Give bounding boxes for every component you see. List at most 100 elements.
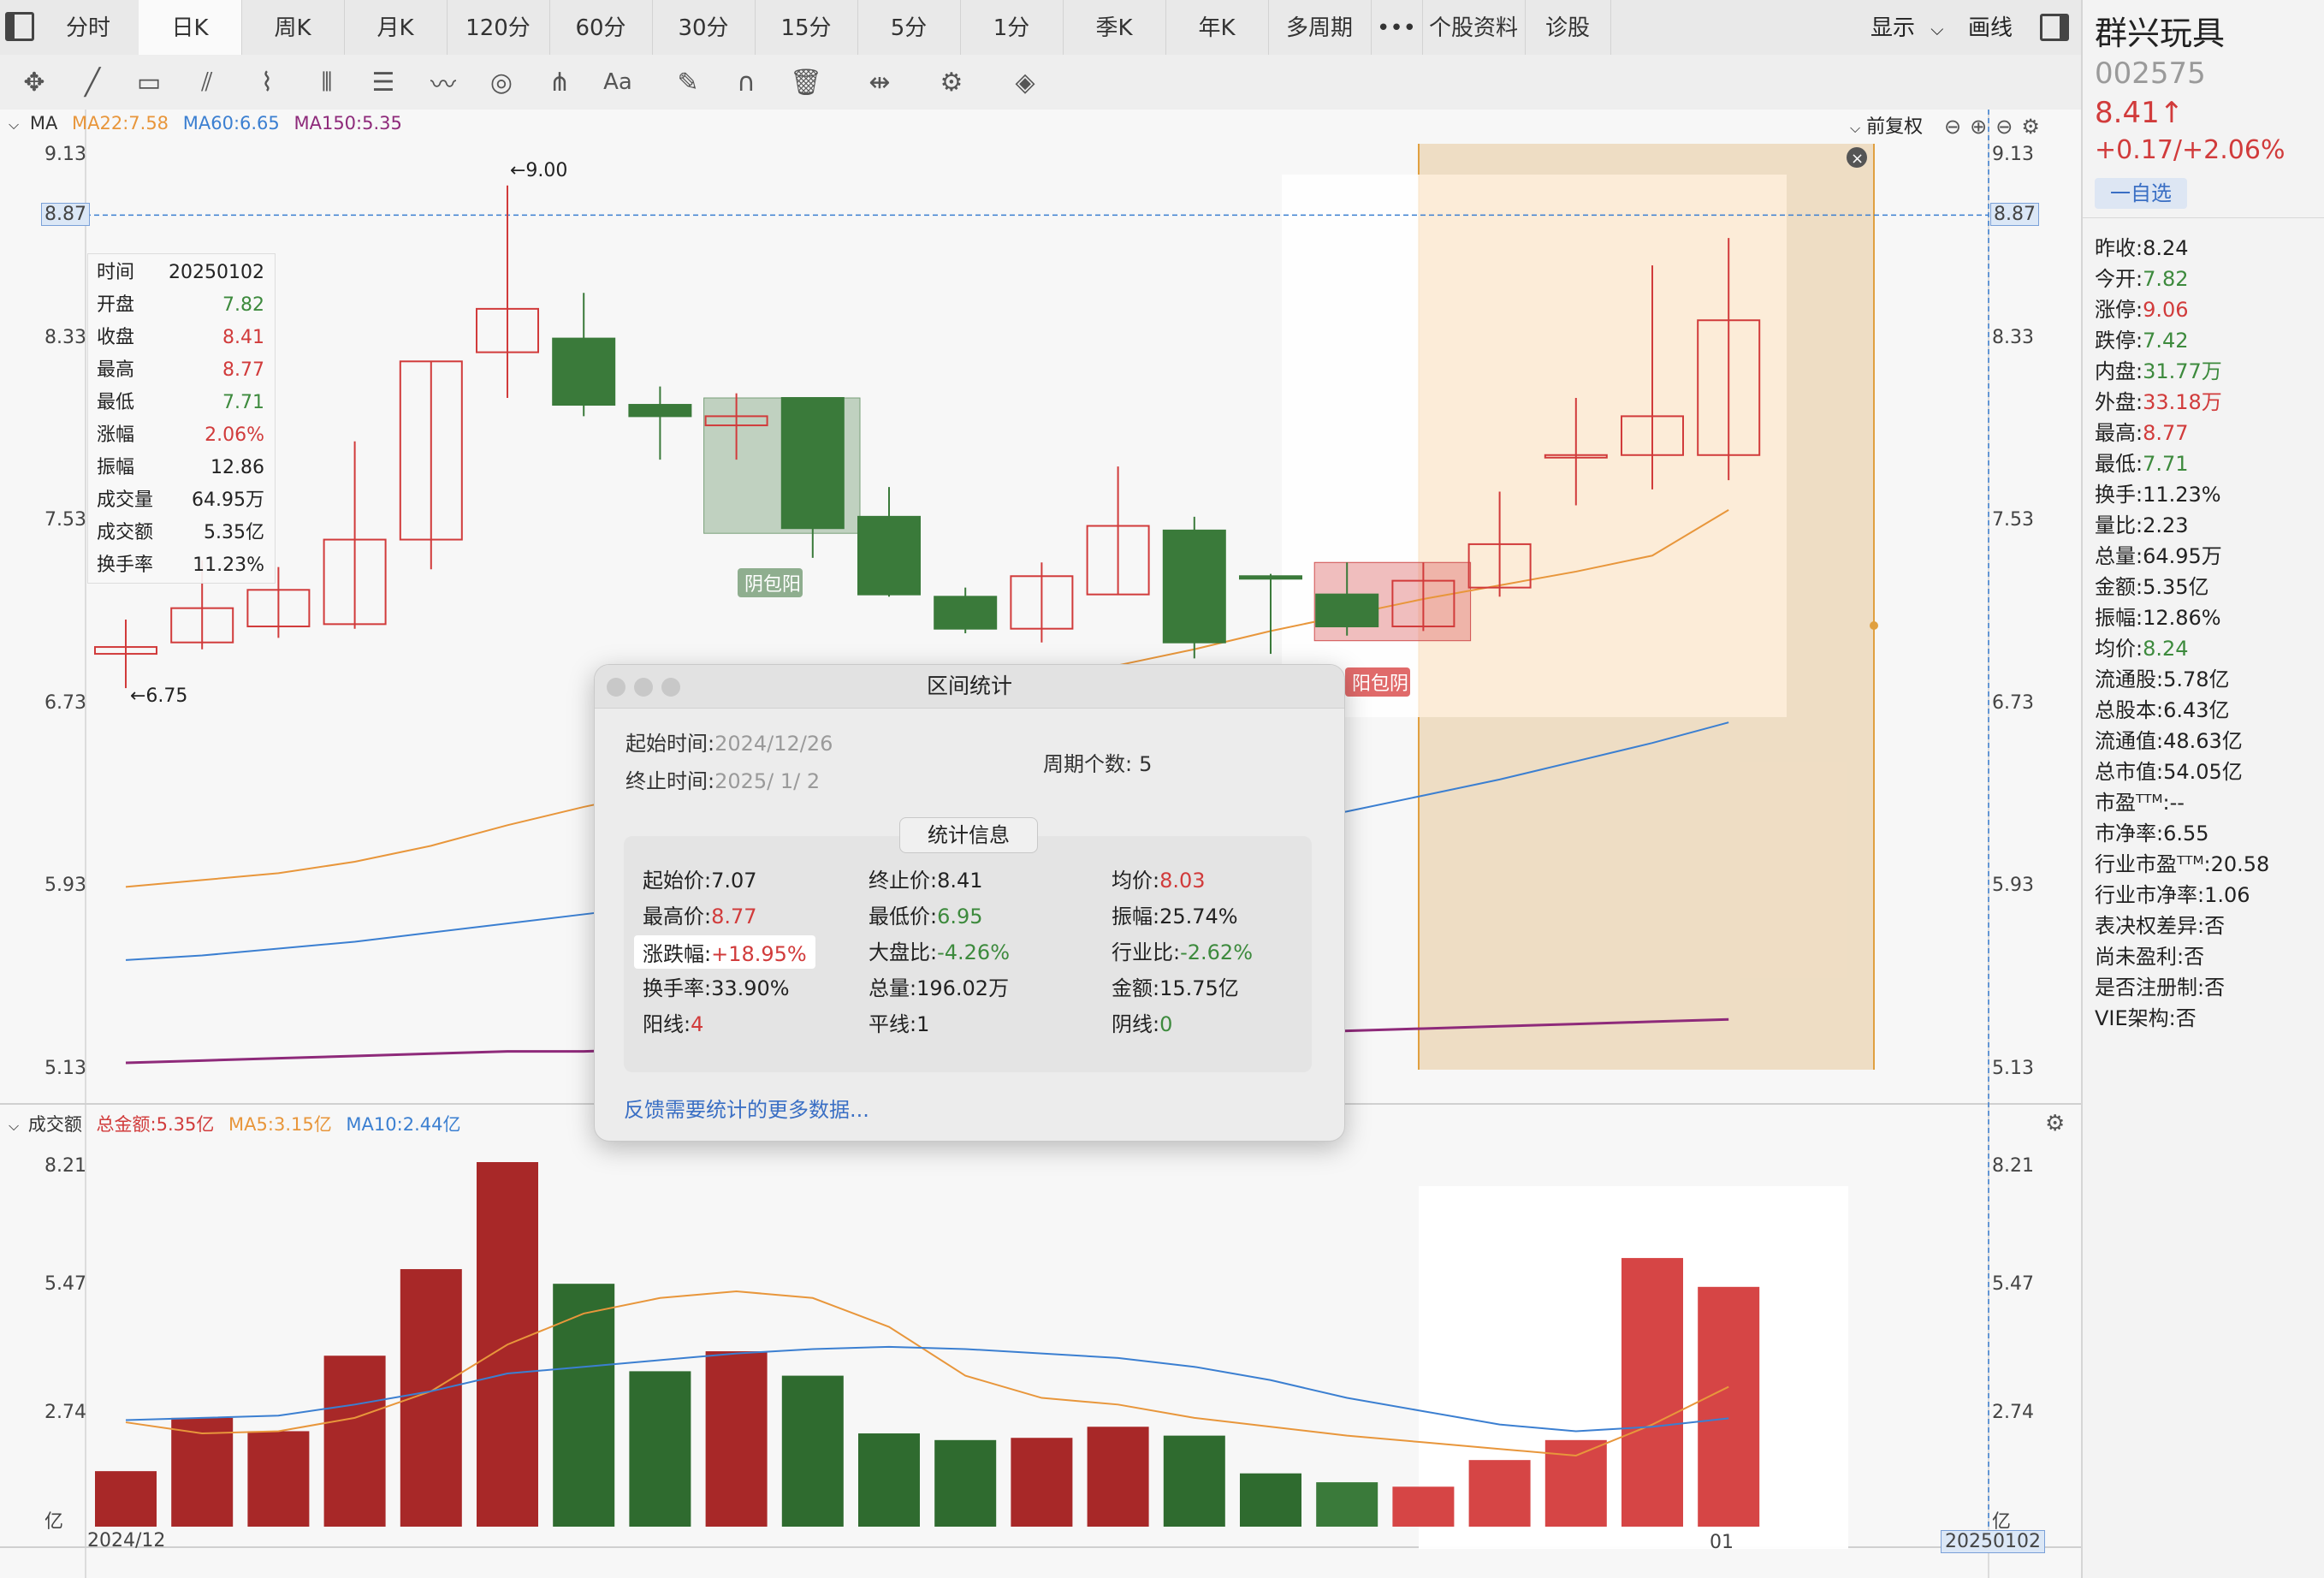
tab-4[interactable]: 120分 — [447, 0, 550, 55]
quote-field-label: VIE架构: — [2095, 1006, 2176, 1030]
tab-1[interactable]: 日K — [139, 0, 242, 55]
volume-legend: ⌵ 成交额 总金额:5.35亿 MA5:3.15亿 MA10:2.44亿 — [9, 1111, 460, 1136]
stat-item: 最高价:8.77 — [643, 899, 757, 929]
collapse-chevron-icon[interactable]: ⌵ — [9, 116, 19, 133]
stat-item: 涨跌幅:+18.95% — [634, 935, 815, 969]
tab-2[interactable]: 周K — [241, 0, 345, 55]
legend-ma150: MA150:5.35 — [293, 113, 402, 133]
text-tool-icon[interactable]: Aa — [599, 63, 637, 101]
adjust-selector[interactable]: ⌵ 前复权 — [1850, 111, 1923, 139]
crosshair-date-label: 20250102 — [1941, 1530, 2045, 1553]
quote-field: 换手:11.23% — [2095, 478, 2221, 507]
volume-bar — [1316, 1482, 1378, 1527]
stat-item: 振幅:25.74% — [1112, 899, 1238, 929]
stat-value: 25.74% — [1159, 905, 1238, 928]
display-menu[interactable]: 显示 ⌵ — [1870, 0, 1943, 55]
date-mid-label: 01 — [1710, 1532, 1734, 1553]
tab-13[interactable]: ••• — [1371, 0, 1423, 55]
end-time-value[interactable]: 2025/ 1/ 2 — [714, 769, 820, 793]
fibonacci-icon[interactable]: ☰ — [365, 63, 402, 101]
stat-item: 均价:8.03 — [1112, 863, 1206, 893]
stat-item: 阳线:4 — [643, 1007, 703, 1037]
tab-6[interactable]: 30分 — [652, 0, 756, 55]
minimize-icon[interactable]: ⊖ — [1995, 115, 2021, 139]
flip-icon[interactable]: ⇹ — [861, 63, 898, 101]
volume-settings-gear-icon[interactable]: ⚙ — [2045, 1111, 2065, 1136]
quote-field: 是否注册制:否 — [2095, 970, 2225, 1000]
channel-tool-icon[interactable]: ⌇ — [248, 63, 286, 101]
tab-10[interactable]: 季K — [1063, 0, 1166, 55]
tab-8[interactable]: 5分 — [857, 0, 961, 55]
quote-field-label: 跌停: — [2095, 329, 2143, 353]
price-axis-label: 7.53 — [44, 509, 86, 531]
candle-body — [1544, 454, 1608, 459]
watchlist-button[interactable]: 一自选 — [2095, 178, 2187, 209]
layers-icon[interactable]: ◈ — [1006, 63, 1044, 101]
tab-5[interactable]: 60分 — [549, 0, 653, 55]
info-label: 开盘 — [97, 294, 135, 316]
stats-section-title: 统计信息 — [899, 817, 1038, 853]
cycle-tool-icon[interactable]: ◎ — [483, 63, 520, 101]
tab-15[interactable]: 诊股 — [1525, 0, 1611, 55]
pen-icon[interactable]: ✎ — [669, 63, 707, 101]
period-count-label: 周期个数: — [1043, 752, 1133, 776]
quote-field: 尚未盈利:否 — [2095, 940, 2204, 970]
feedback-link[interactable]: 反馈需要统计的更多数据... — [624, 1093, 869, 1123]
tab-12[interactable]: 多周期 — [1268, 0, 1372, 55]
candle-body — [94, 646, 157, 656]
volume-bar — [1011, 1438, 1073, 1527]
settings-gear-icon[interactable]: ⚙ — [2021, 115, 2048, 139]
collapse-chevron-icon[interactable]: ⌵ — [9, 1118, 19, 1134]
tab-3[interactable]: 月K — [344, 0, 448, 55]
info-label: 振幅 — [97, 457, 135, 478]
tab-7[interactable]: 15分 — [755, 0, 858, 55]
candle-body — [1086, 525, 1150, 596]
candle-body — [934, 596, 998, 630]
selection-handle — [1870, 621, 1878, 630]
vertical-lines-icon[interactable]: ⦀ — [308, 63, 346, 101]
crosshair-move-icon[interactable]: ✥ — [15, 63, 53, 101]
candle-body — [552, 337, 616, 406]
candle-body — [1697, 319, 1761, 456]
tab-9[interactable]: 1分 — [960, 0, 1064, 55]
rectangle-tool-icon[interactable]: ▭ — [130, 63, 168, 101]
info-label: 收盘 — [97, 327, 135, 348]
quote-field-value: 31.77万 — [2143, 359, 2222, 383]
draw-line-button[interactable]: 画线 — [1968, 0, 2013, 55]
quote-field: 流通股:5.78亿 — [2095, 662, 2230, 692]
volume-axis-label: 亿 — [44, 1511, 64, 1533]
stock-code: 002575 — [2095, 56, 2206, 91]
stat-item: 换手率:33.90% — [643, 971, 790, 1001]
trash-icon[interactable]: 🗑 — [787, 63, 825, 101]
end-time-label: 终止时间: — [625, 769, 715, 793]
fan-tool-icon[interactable]: ⫽ — [188, 63, 226, 101]
quote-field: 流通值:48.63亿 — [2095, 724, 2243, 754]
price-axis-label: 6.73 — [44, 691, 86, 714]
tab-11[interactable]: 年K — [1165, 0, 1269, 55]
tab-0[interactable]: 分时 — [38, 0, 139, 55]
gear-icon[interactable]: ⚙ — [933, 63, 970, 101]
quote-field-value: 5.78亿 — [2163, 667, 2230, 691]
panel-toggle-icon[interactable] — [2040, 14, 2069, 41]
wave-tool-icon[interactable]: 〰 — [424, 63, 462, 101]
sidebar-toggle-icon[interactable] — [5, 12, 34, 41]
zoom-window-icon[interactable] — [661, 678, 680, 697]
candle-body — [1467, 543, 1532, 589]
gann-tool-icon[interactable]: ⋔ — [541, 63, 578, 101]
zoom-out-icon[interactable]: ⊖ — [1944, 115, 1970, 139]
zoom-in-icon[interactable]: ⊕ — [1970, 115, 1995, 139]
candle-body — [1621, 415, 1684, 456]
magnet-icon[interactable]: ∩ — [727, 63, 765, 101]
tab-14[interactable]: 个股资料 — [1422, 0, 1526, 55]
close-window-icon[interactable] — [607, 678, 625, 697]
info-label: 成交量 — [97, 489, 154, 511]
quote-field: 昨收:8.24 — [2095, 231, 2189, 261]
line-tool-icon[interactable]: ╱ — [74, 63, 111, 101]
minimize-window-icon[interactable] — [634, 678, 653, 697]
stat-label: 涨跌幅: — [643, 942, 712, 966]
stat-value: 7.07 — [711, 869, 757, 893]
quote-field-label: 尚未盈利: — [2095, 945, 2185, 969]
volume-bar — [1163, 1435, 1225, 1527]
quote-field-label: 昨收: — [2095, 236, 2143, 260]
start-time-value[interactable]: 2024/12/26 — [714, 732, 833, 756]
